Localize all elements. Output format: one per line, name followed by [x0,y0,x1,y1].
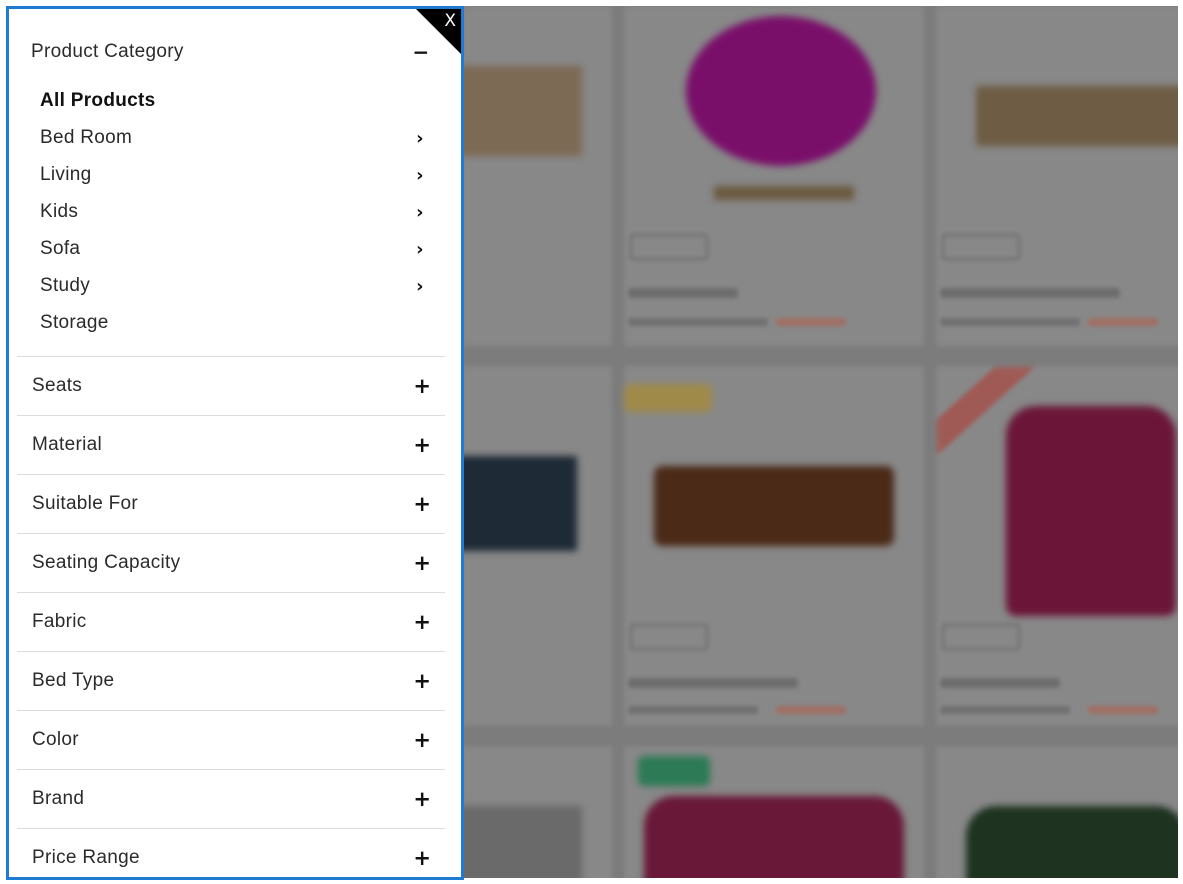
chevron-right-icon[interactable]: › [410,202,430,223]
filter-section-seats[interactable]: Seats + [17,357,445,415]
product-card [624,6,924,346]
plus-icon[interactable]: + [413,669,431,693]
chevron-right-icon[interactable]: › [410,239,430,260]
product-card [462,746,612,878]
close-icon[interactable]: X [444,11,456,31]
filter-section-label: Price Range [32,847,140,868]
filter-section-label: Brand [32,788,85,809]
category-item[interactable]: Bed Room › [40,123,430,153]
filter-section-label: Suitable For [32,493,139,514]
product-grid-backdrop [462,6,1178,878]
plus-icon[interactable]: + [413,433,431,457]
filter-section-label: Bed Type [32,670,115,691]
plus-icon[interactable]: + [413,492,431,516]
collapse-icon[interactable]: − [411,40,431,64]
category-item-label: Study [40,275,91,296]
product-card [936,6,1178,346]
filter-section-fabric[interactable]: Fabric + [17,593,445,651]
plus-icon[interactable]: + [413,551,431,575]
category-item-label: Storage [40,312,109,333]
product-card [936,366,1178,726]
plus-icon[interactable]: + [413,728,431,752]
product-category-header[interactable]: Product Category − [31,32,431,72]
category-item-label: All Products [40,90,156,111]
product-card [462,6,612,346]
category-item[interactable]: Storage [40,308,430,338]
filter-section-label: Seats [32,375,83,396]
filter-section-seating-capacity[interactable]: Seating Capacity + [17,534,445,592]
category-item[interactable]: Sofa › [40,234,430,264]
filter-drawer: X Product Category − All Products Bed Roo… [6,6,464,880]
filter-section-suitable-for[interactable]: Suitable For + [17,475,445,533]
category-item-label: Bed Room [40,127,133,148]
filter-section-color[interactable]: Color + [17,711,445,769]
plus-icon[interactable]: + [413,374,431,398]
filter-section-label: Color [32,729,79,750]
category-item[interactable]: Living › [40,160,430,190]
category-item[interactable]: Study › [40,271,430,301]
filter-section-price-range[interactable]: Price Range + [17,829,445,877]
category-item-label: Sofa [40,238,81,259]
filter-section-brand[interactable]: Brand + [17,770,445,828]
filter-section-label: Material [32,434,102,455]
product-category-title: Product Category [31,41,184,62]
plus-icon[interactable]: + [413,610,431,634]
filter-section-bed-type[interactable]: Bed Type + [17,652,445,710]
chevron-right-icon[interactable]: › [410,128,430,149]
chevron-right-icon[interactable]: › [410,165,430,186]
product-card [936,746,1178,878]
category-item[interactable]: All Products [40,86,430,116]
chevron-right-icon[interactable]: › [410,276,430,297]
product-card [462,366,612,726]
category-item[interactable]: Kids › [40,197,430,227]
plus-icon[interactable]: + [413,787,431,811]
plus-icon[interactable]: + [413,846,431,870]
filter-section-label: Fabric [32,611,87,632]
product-card [624,746,924,878]
product-card [624,366,924,726]
filter-section-label: Seating Capacity [32,552,181,573]
filter-section-material[interactable]: Material + [17,416,445,474]
category-item-label: Living [40,164,92,185]
category-item-label: Kids [40,201,79,222]
